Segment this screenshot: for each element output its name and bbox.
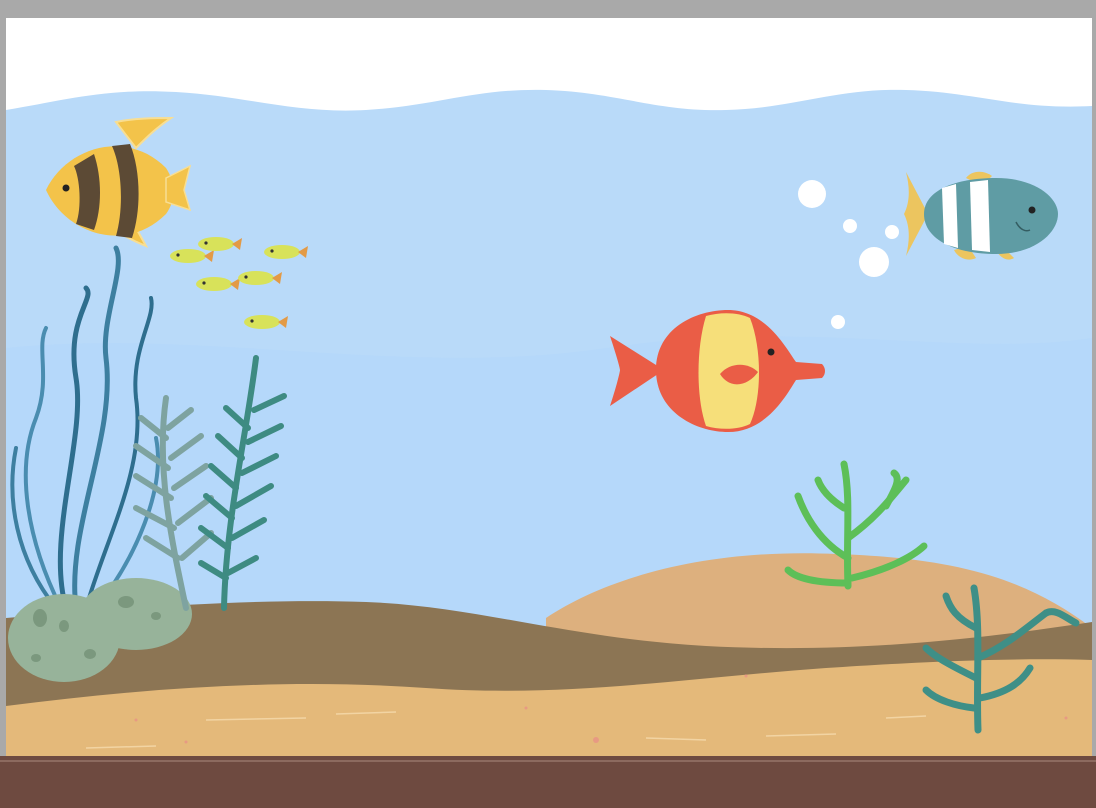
- aquarium-stage[interactable]: [6, 18, 1092, 756]
- stage-frame: [0, 0, 1096, 808]
- aquarium-scene: [6, 89, 1092, 756]
- stage-floor: [0, 756, 1096, 808]
- frame-right-edge: [1092, 18, 1096, 756]
- floor-edge: [0, 760, 1096, 762]
